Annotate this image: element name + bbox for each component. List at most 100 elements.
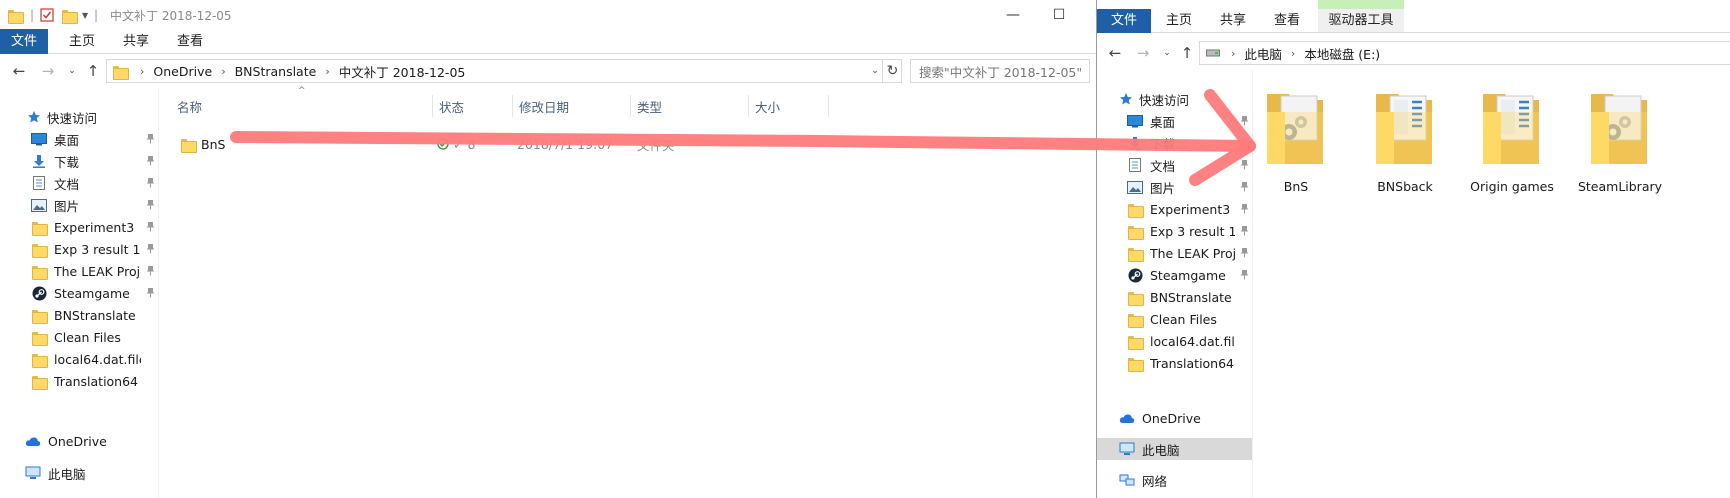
nav-item[interactable]: Experiment3 (0, 216, 158, 238)
nav-item[interactable]: 文档 (0, 172, 158, 194)
nav-quick-access[interactable]: 快速访问 (1097, 88, 1252, 110)
tab-share[interactable]: 共享 (112, 29, 160, 54)
tab-file[interactable]: 文件 (1097, 9, 1151, 33)
forward-button[interactable]: → (1133, 43, 1153, 63)
minimize-button[interactable]: — (990, 0, 1036, 29)
nav-item-label: 桌面 (1150, 114, 1176, 130)
breadcrumb-separator: › (325, 64, 330, 78)
nav-this-pc[interactable]: 此电脑 (0, 462, 158, 484)
nav-item[interactable]: Translation64 (1097, 352, 1252, 374)
nav-item[interactable]: Experiment3 (1097, 198, 1252, 220)
tab-share[interactable]: 共享 (1209, 9, 1257, 33)
nav-item[interactable]: 下载 (1097, 132, 1252, 154)
nav-item[interactable]: BNStranslate (1097, 286, 1252, 308)
address-bar[interactable]: › 此电脑 › 本地磁盘 (E:) (1199, 41, 1730, 65)
folder-icon (31, 264, 48, 280)
pin-icon (146, 177, 155, 188)
recent-locations-button[interactable]: ⌄ (62, 61, 82, 81)
row-name-cell: BnS (181, 133, 225, 155)
back-button[interactable]: ← (9, 61, 29, 81)
pane-splitter[interactable] (158, 88, 159, 498)
navigation-pane: 快速访问 桌面下载文档图片 Experiment3 Exp 3 result 1-2… (1097, 70, 1252, 498)
nav-item[interactable]: Clean Files (0, 326, 158, 348)
folder-item[interactable]: Origin games (1457, 88, 1567, 198)
nav-item[interactable]: Steamgame (0, 282, 158, 304)
separator: | (94, 8, 99, 22)
nav-item-label: Steamgame (1150, 267, 1226, 283)
nav-item[interactable]: 下载 (0, 150, 158, 172)
recent-locations-button[interactable]: ⌄ (1157, 43, 1177, 63)
folder-icon (181, 138, 197, 153)
chevron-down-icon[interactable]: ▼ (82, 5, 88, 25)
nav-quick-access[interactable]: 快速访问 (0, 106, 158, 128)
steam-icon (1127, 268, 1143, 282)
maximize-button[interactable]: ☐ (1036, 0, 1082, 29)
nav-network[interactable]: 网络 (0, 493, 158, 498)
column-header-type[interactable]: 类型 (631, 95, 749, 117)
column-header-size[interactable]: 大小 (749, 95, 829, 117)
refresh-button[interactable]: ↻ (882, 60, 902, 82)
folder-item[interactable]: SteamLibrary (1565, 88, 1675, 198)
forward-button[interactable]: → (38, 61, 58, 81)
nav-item[interactable]: Clean Files (1097, 308, 1252, 330)
nav-item[interactable]: The LEAK Proje (0, 260, 158, 282)
tab-view[interactable]: 查看 (1263, 9, 1311, 33)
breadcrumb-current[interactable]: 中文补丁 2018-12-05 (337, 62, 468, 81)
address-bar[interactable]: › OneDrive › BNStranslate › 中文补丁 2018-12… (106, 59, 902, 83)
breadcrumb-this-pc[interactable]: 此电脑 (1242, 44, 1284, 63)
pin-icon (1240, 225, 1249, 236)
document-icon (1127, 158, 1143, 172)
breadcrumb-separator: › (1290, 46, 1296, 60)
tab-file[interactable]: 文件 (0, 29, 48, 54)
nav-item[interactable]: 桌面 (0, 128, 158, 150)
nav-item[interactable]: Translation64 (0, 370, 158, 392)
steam-icon (31, 286, 47, 300)
search-input[interactable]: 搜索"中文补丁 2018-12-05" (910, 59, 1090, 83)
nav-item[interactable]: Steamgame (1097, 264, 1252, 286)
column-header-modified[interactable]: 修改日期 (513, 95, 631, 117)
address-dropdown-icon[interactable]: ⌄ (867, 60, 883, 82)
nav-item[interactable]: 文档 (1097, 154, 1252, 176)
nav-onedrive[interactable]: OneDrive (0, 430, 158, 452)
up-button[interactable]: ↑ (1177, 43, 1197, 63)
nav-network[interactable]: 网络 (1097, 469, 1252, 491)
up-button[interactable]: ↑ (83, 61, 103, 81)
nav-item[interactable]: 图片 (0, 194, 158, 216)
column-header-name[interactable]: 名称 (171, 95, 433, 117)
properties-icon[interactable] (40, 5, 54, 25)
tab-view[interactable]: 查看 (166, 29, 214, 54)
address-row: ← → ⌄ ↑ › 此电脑 › 本地磁盘 (E:) (1097, 37, 1730, 69)
tab-home[interactable]: 主页 (58, 29, 106, 54)
column-header-status[interactable]: 状态 (433, 95, 513, 117)
download-icon (31, 154, 47, 168)
folder-item-label: BNSback (1377, 179, 1433, 194)
folder-item[interactable]: BnS (1241, 88, 1351, 198)
tab-home[interactable]: 主页 (1155, 9, 1203, 33)
nav-item[interactable]: The LEAK Proje (1097, 242, 1252, 264)
breadcrumb-current[interactable]: 本地磁盘 (E:) (1302, 44, 1382, 63)
folder-icon (1127, 224, 1144, 240)
nav-onedrive[interactable]: OneDrive (1097, 407, 1252, 429)
folder-gear-icon (1263, 88, 1329, 171)
breadcrumb-bnstranslate[interactable]: BNStranslate (233, 64, 319, 79)
breadcrumb-onedrive[interactable]: OneDrive (151, 64, 214, 79)
nav-item[interactable]: local64.dat.files (1097, 330, 1252, 352)
nav-item[interactable]: 桌面 (1097, 110, 1252, 132)
breadcrumb-separator: › (140, 64, 145, 78)
nav-this-pc[interactable]: 此电脑 (1097, 438, 1252, 460)
nav-item-label: local64.dat.files (1150, 333, 1235, 349)
pin-icon (146, 265, 155, 276)
nav-item[interactable]: BNStranslate (0, 304, 158, 326)
nav-item[interactable]: Exp 3 result 1-2 (0, 238, 158, 260)
nav-item[interactable]: local64.dat.files (0, 348, 158, 370)
folder-docs-icon (1479, 88, 1545, 171)
nav-item[interactable]: Exp 3 result 1-2 (1097, 220, 1252, 242)
nav-item[interactable]: 图片 (1097, 176, 1252, 198)
table-row[interactable]: BnS ✓ 8 2018/7/1 19:07 文件夹 (171, 133, 841, 155)
back-button[interactable]: ← (1105, 43, 1125, 63)
nav-item-label: 文档 (54, 176, 80, 192)
nav-item-label: The LEAK Proje (54, 263, 141, 279)
tab-drive-tools[interactable]: 驱动器工具 (1318, 9, 1404, 33)
folder-item[interactable]: BNSback (1350, 88, 1460, 198)
new-folder-icon[interactable] (62, 5, 78, 25)
